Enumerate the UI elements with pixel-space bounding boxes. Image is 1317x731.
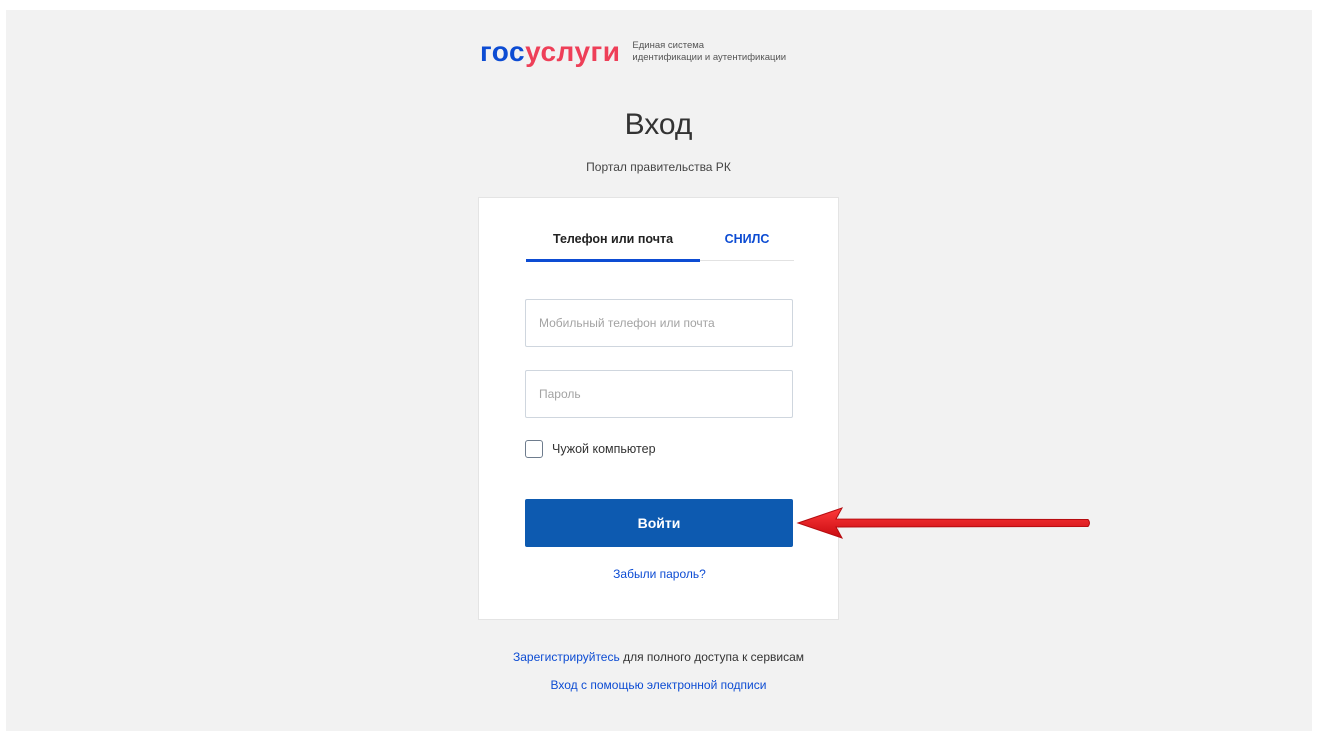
esign-login-link[interactable]: Вход с помощью электронной подписи — [551, 678, 767, 692]
login-button[interactable]: Войти — [525, 499, 793, 547]
forgot-password-link[interactable]: Забыли пароль? — [479, 567, 840, 581]
password-input[interactable] — [525, 370, 793, 418]
register-link[interactable]: Зарегистрируйтесь — [513, 650, 620, 664]
logo-part-gos: гос — [480, 36, 526, 67]
logo-tagline: Единая система идентификации и аутентифи… — [632, 40, 832, 64]
red-arrow-left-icon — [796, 507, 1090, 539]
gosuslugi-logo[interactable]: госуслуги — [480, 38, 620, 66]
tagline-line-1: Единая система — [632, 40, 705, 51]
foreign-computer-option[interactable]: Чужой компьютер — [525, 440, 656, 458]
login-input[interactable] — [525, 299, 793, 347]
register-line: Зарегистрируйтесь для полного доступа к … — [0, 650, 1317, 664]
tagline-line-2: идентификации и аутентификации — [632, 52, 787, 63]
login-method-tabs: Телефон или почта СНИЛС — [526, 228, 794, 262]
page-subtitle: Портал правительства РК — [586, 160, 731, 174]
register-text: для полного доступа к сервисам — [619, 650, 804, 664]
tab-phone-or-email[interactable]: Телефон или почта — [526, 232, 700, 262]
login-card: Телефон или почта СНИЛС Чужой компьютер … — [478, 197, 839, 620]
logo-part-uslugi: услуги — [525, 36, 621, 67]
page-title: Вход — [624, 108, 693, 141]
foreign-computer-label[interactable]: Чужой компьютер — [552, 442, 656, 456]
esign-line: Вход с помощью электронной подписи — [0, 678, 1317, 692]
foreign-computer-checkbox[interactable] — [525, 440, 543, 458]
tab-snils[interactable]: СНИЛС — [700, 232, 794, 246]
site-header: госуслуги Единая система идентификации и… — [480, 32, 832, 72]
